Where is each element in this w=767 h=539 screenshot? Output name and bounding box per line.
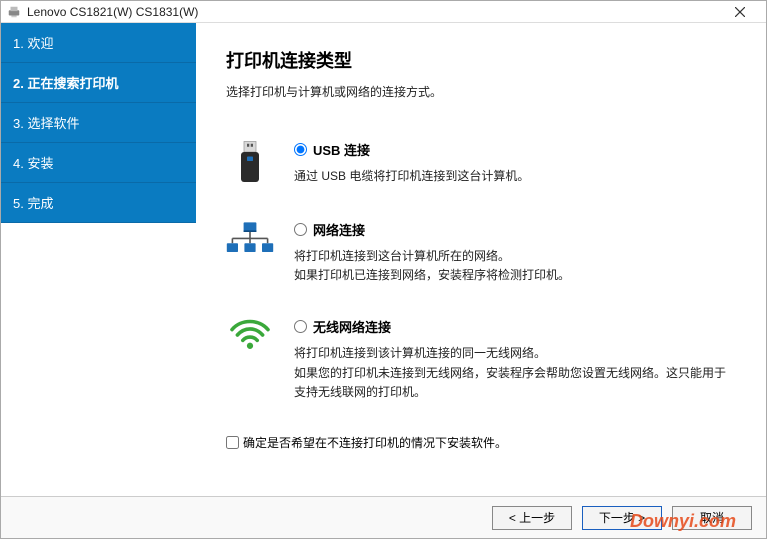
radio-network[interactable] <box>294 223 307 236</box>
sidebar-item-finish[interactable]: 5. 完成 <box>1 183 196 223</box>
option-wireless-body: 无线网络连接 将打印机连接到该计算机连接的同一无线网络。如果您的打印机未连接到无… <box>294 317 736 402</box>
window-title: Lenovo CS1821(W) CS1831(W) <box>27 5 720 19</box>
label-wireless[interactable]: 无线网络连接 <box>313 317 391 336</box>
footer: < 上一步 下一步 > 取消 Downyi.com <box>1 496 766 538</box>
install-without-printer-row: 确定是否希望在不连接打印机的情况下安装软件。 <box>226 434 736 451</box>
usb-icon <box>226 140 274 188</box>
installer-window: Lenovo CS1821(W) CS1831(W) 1. 欢迎 2. 正在搜索… <box>0 0 767 539</box>
option-usb: USB 连接 通过 USB 电缆将打印机连接到这台计算机。 <box>226 140 736 188</box>
radio-wireless[interactable] <box>294 320 307 333</box>
network-icon <box>226 220 274 268</box>
body: 1. 欢迎 2. 正在搜索打印机 3. 选择软件 4. 安装 5. 完成 打印机… <box>1 23 766 496</box>
sidebar-item-welcome[interactable]: 1. 欢迎 <box>1 23 196 63</box>
option-wireless: 无线网络连接 将打印机连接到该计算机连接的同一无线网络。如果您的打印机未连接到无… <box>226 317 736 402</box>
sidebar-item-select-software[interactable]: 3. 选择软件 <box>1 103 196 143</box>
option-network: 网络连接 将打印机连接到这台计算机所在的网络。如果打印机已连接到网络，安装程序将… <box>226 220 736 285</box>
label-usb[interactable]: USB 连接 <box>313 140 370 159</box>
option-network-body: 网络连接 将打印机连接到这台计算机所在的网络。如果打印机已连接到网络，安装程序将… <box>294 220 736 285</box>
titlebar: Lenovo CS1821(W) CS1831(W) <box>1 1 766 23</box>
sidebar: 1. 欢迎 2. 正在搜索打印机 3. 选择软件 4. 安装 5. 完成 <box>1 23 196 496</box>
desc-wireless: 将打印机连接到该计算机连接的同一无线网络。如果您的打印机未连接到无线网络，安装程… <box>294 344 736 402</box>
back-button[interactable]: < 上一步 <box>492 506 572 530</box>
install-without-printer-label[interactable]: 确定是否希望在不连接打印机的情况下安装软件。 <box>243 434 507 451</box>
desc-network: 将打印机连接到这台计算机所在的网络。如果打印机已连接到网络，安装程序将检测打印机… <box>294 247 736 285</box>
sidebar-item-searching[interactable]: 2. 正在搜索打印机 <box>1 63 196 103</box>
page-subtitle: 选择打印机与计算机或网络的连接方式。 <box>226 83 736 100</box>
page-heading: 打印机连接类型 <box>226 47 736 73</box>
next-button[interactable]: 下一步 > <box>582 506 662 530</box>
install-without-printer-checkbox[interactable] <box>226 436 239 449</box>
option-usb-body: USB 连接 通过 USB 电缆将打印机连接到这台计算机。 <box>294 140 736 188</box>
wifi-icon <box>226 317 274 365</box>
close-button[interactable] <box>720 2 760 22</box>
radio-usb[interactable] <box>294 143 307 156</box>
main-panel: 打印机连接类型 选择打印机与计算机或网络的连接方式。 US <box>196 23 766 496</box>
sidebar-item-install[interactable]: 4. 安装 <box>1 143 196 183</box>
label-network[interactable]: 网络连接 <box>313 220 365 239</box>
cancel-button[interactable]: 取消 <box>672 506 752 530</box>
desc-usb: 通过 USB 电缆将打印机连接到这台计算机。 <box>294 167 736 186</box>
close-icon <box>735 7 745 17</box>
app-icon <box>7 5 21 19</box>
